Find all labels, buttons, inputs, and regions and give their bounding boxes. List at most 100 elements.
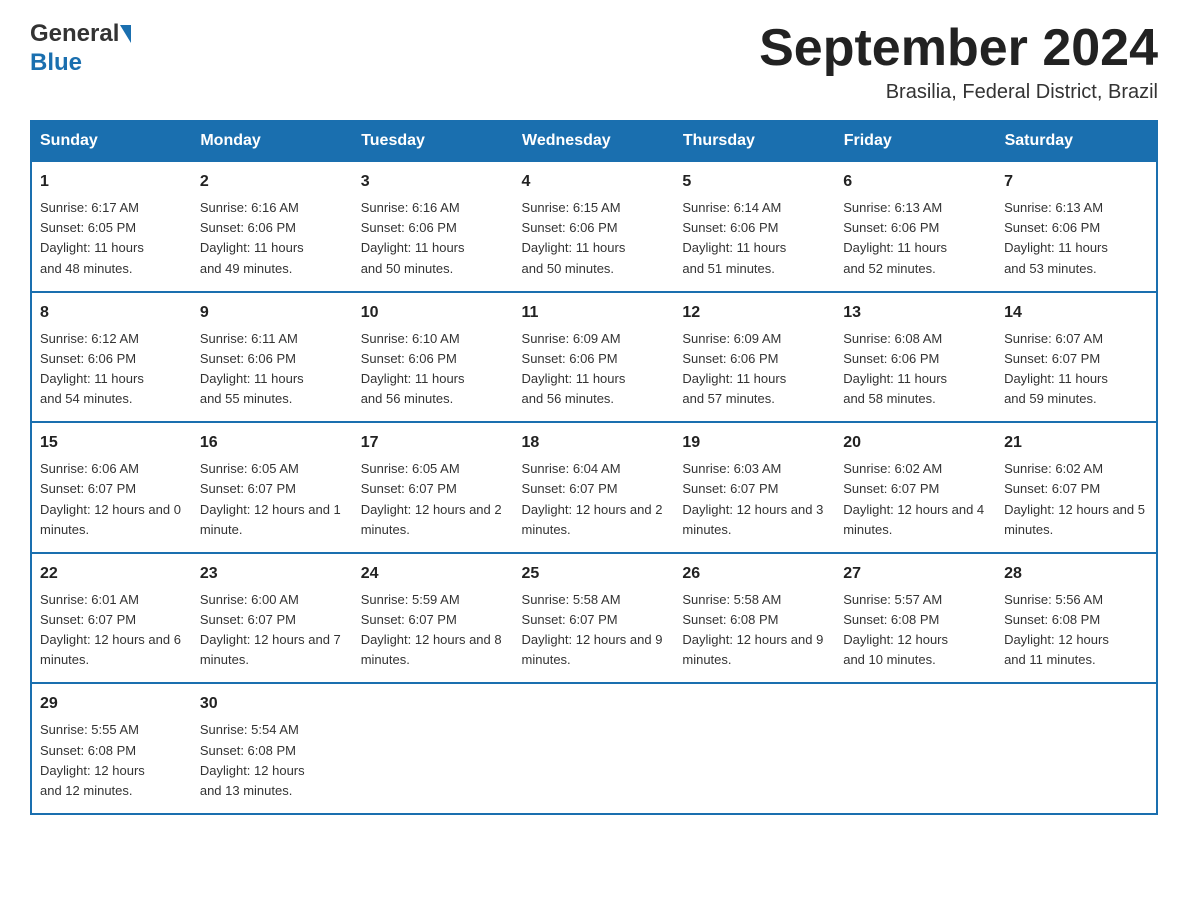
calendar-cell [674,683,835,814]
logo-triangle-icon [120,25,131,43]
col-thursday: Thursday [674,121,835,161]
page-header: General Blue September 2024 Brasilia, Fe… [30,20,1158,104]
day-info: Sunrise: 5:57 AMSunset: 6:08 PMDaylight:… [843,590,988,671]
calendar-cell: 9 Sunrise: 6:11 AMSunset: 6:06 PMDaylight… [192,292,353,423]
day-number: 2 [200,170,345,194]
calendar-cell: 12Sunrise: 6:09 AMSunset: 6:06 PMDayligh… [674,292,835,423]
day-info: Sunrise: 6:11 AMSunset: 6:06 PMDaylight:… [200,329,345,410]
day-info: Sunrise: 6:06 AMSunset: 6:07 PMDaylight:… [40,459,184,540]
calendar-cell: 26 Sunrise: 5:58 AMSunset: 6:08 PMDayligh… [674,553,835,684]
day-info: Sunrise: 6:05 AMSunset: 6:07 PMDaylight:… [361,459,506,540]
calendar-cell: 1Sunrise: 6:17 AMSunset: 6:05 PMDaylight… [31,161,192,292]
calendar-week-row-5: 29Sunrise: 5:55 AMSunset: 6:08 PMDayligh… [31,683,1157,814]
calendar-cell: 10 Sunrise: 6:10 AMSunset: 6:06 PMDayligh… [353,292,514,423]
calendar-cell: 16 Sunrise: 6:05 AMSunset: 6:07 PMDayligh… [192,422,353,553]
calendar-cell: 27 Sunrise: 5:57 AMSunset: 6:08 PMDayligh… [835,553,996,684]
day-number: 9 [200,301,345,325]
day-info: Sunrise: 6:07 AMSunset: 6:07 PMDaylight:… [1004,329,1148,410]
day-number: 11 [522,301,667,325]
logo-general-text: General [30,20,119,49]
day-number: 16 [200,431,345,455]
day-info: Sunrise: 6:16 AMSunset: 6:06 PMDaylight:… [200,198,345,279]
day-number: 14 [1004,301,1148,325]
logo-blue-text: Blue [30,49,133,78]
day-info: Sunrise: 6:01 AMSunset: 6:07 PMDaylight:… [40,590,184,671]
day-number: 26 [682,562,827,586]
day-info: Sunrise: 6:13 AMSunset: 6:06 PMDaylight:… [843,198,988,279]
day-info: Sunrise: 5:58 AMSunset: 6:08 PMDaylight:… [682,590,827,671]
calendar-cell: 6 Sunrise: 6:13 AMSunset: 6:06 PMDaylight… [835,161,996,292]
col-sunday: Sunday [31,121,192,161]
day-number: 30 [200,692,345,716]
calendar-cell: 14 Sunrise: 6:07 AMSunset: 6:07 PMDayligh… [996,292,1157,423]
calendar-week-row-2: 8 Sunrise: 6:12 AMSunset: 6:06 PMDaylight… [31,292,1157,423]
day-number: 1 [40,170,184,194]
col-saturday: Saturday [996,121,1157,161]
day-number: 3 [361,170,506,194]
calendar-cell: 15 Sunrise: 6:06 AMSunset: 6:07 PMDayligh… [31,422,192,553]
day-info: Sunrise: 5:56 AMSunset: 6:08 PMDaylight:… [1004,590,1148,671]
month-title: September 2024 [759,20,1158,77]
calendar-cell: 3 Sunrise: 6:16 AMSunset: 6:06 PMDaylight… [353,161,514,292]
calendar-cell [996,683,1157,814]
calendar-cell: 24 Sunrise: 5:59 AMSunset: 6:07 PMDayligh… [353,553,514,684]
calendar-cell: 19 Sunrise: 6:03 AMSunset: 6:07 PMDayligh… [674,422,835,553]
col-friday: Friday [835,121,996,161]
day-info: Sunrise: 6:08 AMSunset: 6:06 PMDaylight:… [843,329,988,410]
calendar-cell: 5 Sunrise: 6:14 AMSunset: 6:06 PMDaylight… [674,161,835,292]
day-number: 25 [522,562,667,586]
col-monday: Monday [192,121,353,161]
day-number: 5 [682,170,827,194]
calendar-header-row: Sunday Monday Tuesday Wednesday Thursday… [31,121,1157,161]
calendar-cell: 11 Sunrise: 6:09 AMSunset: 6:06 PMDayligh… [514,292,675,423]
calendar-cell: 21 Sunrise: 6:02 AMSunset: 6:07 PMDayligh… [996,422,1157,553]
calendar-cell: 28 Sunrise: 5:56 AMSunset: 6:08 PMDayligh… [996,553,1157,684]
day-number: 19 [682,431,827,455]
day-number: 8 [40,301,184,325]
day-number: 28 [1004,562,1148,586]
day-number: 18 [522,431,667,455]
calendar-cell: 2 Sunrise: 6:16 AMSunset: 6:06 PMDaylight… [192,161,353,292]
calendar-week-row-4: 22Sunrise: 6:01 AMSunset: 6:07 PMDayligh… [31,553,1157,684]
calendar-cell [514,683,675,814]
calendar-cell [353,683,514,814]
calendar-cell: 30 Sunrise: 5:54 AMSunset: 6:08 PMDayligh… [192,683,353,814]
day-number: 15 [40,431,184,455]
day-info: Sunrise: 5:55 AMSunset: 6:08 PMDaylight:… [40,720,184,801]
day-info: Sunrise: 6:13 AMSunset: 6:06 PMDaylight:… [1004,198,1148,279]
day-number: 21 [1004,431,1148,455]
day-info: Sunrise: 5:59 AMSunset: 6:07 PMDaylight:… [361,590,506,671]
day-info: Sunrise: 6:10 AMSunset: 6:06 PMDaylight:… [361,329,506,410]
day-info: Sunrise: 5:54 AMSunset: 6:08 PMDaylight:… [200,720,345,801]
calendar-cell: 22Sunrise: 6:01 AMSunset: 6:07 PMDayligh… [31,553,192,684]
calendar-cell: 4Sunrise: 6:15 AMSunset: 6:06 PMDaylight… [514,161,675,292]
day-number: 13 [843,301,988,325]
day-number: 12 [682,301,827,325]
day-info: Sunrise: 6:00 AMSunset: 6:07 PMDaylight:… [200,590,345,671]
day-number: 6 [843,170,988,194]
day-number: 27 [843,562,988,586]
logo: General Blue [30,20,133,78]
day-info: Sunrise: 6:12 AMSunset: 6:06 PMDaylight:… [40,329,184,410]
day-number: 23 [200,562,345,586]
calendar-cell [835,683,996,814]
calendar-cell: 17Sunrise: 6:05 AMSunset: 6:07 PMDayligh… [353,422,514,553]
day-number: 10 [361,301,506,325]
day-info: Sunrise: 6:14 AMSunset: 6:06 PMDaylight:… [682,198,827,279]
calendar-table: Sunday Monday Tuesday Wednesday Thursday… [30,120,1158,815]
day-info: Sunrise: 6:05 AMSunset: 6:07 PMDaylight:… [200,459,345,540]
calendar-cell: 29Sunrise: 5:55 AMSunset: 6:08 PMDayligh… [31,683,192,814]
day-number: 4 [522,170,667,194]
day-info: Sunrise: 6:02 AMSunset: 6:07 PMDaylight:… [1004,459,1148,540]
day-info: Sunrise: 6:09 AMSunset: 6:06 PMDaylight:… [522,329,667,410]
calendar-cell: 23 Sunrise: 6:00 AMSunset: 6:07 PMDayligh… [192,553,353,684]
col-tuesday: Tuesday [353,121,514,161]
day-info: Sunrise: 6:16 AMSunset: 6:06 PMDaylight:… [361,198,506,279]
calendar-cell: 13 Sunrise: 6:08 AMSunset: 6:06 PMDayligh… [835,292,996,423]
day-info: Sunrise: 6:03 AMSunset: 6:07 PMDaylight:… [682,459,827,540]
calendar-cell: 18Sunrise: 6:04 AMSunset: 6:07 PMDayligh… [514,422,675,553]
day-number: 24 [361,562,506,586]
title-area: September 2024 Brasilia, Federal Distric… [759,20,1158,104]
calendar-cell: 25Sunrise: 5:58 AMSunset: 6:07 PMDayligh… [514,553,675,684]
day-number: 7 [1004,170,1148,194]
